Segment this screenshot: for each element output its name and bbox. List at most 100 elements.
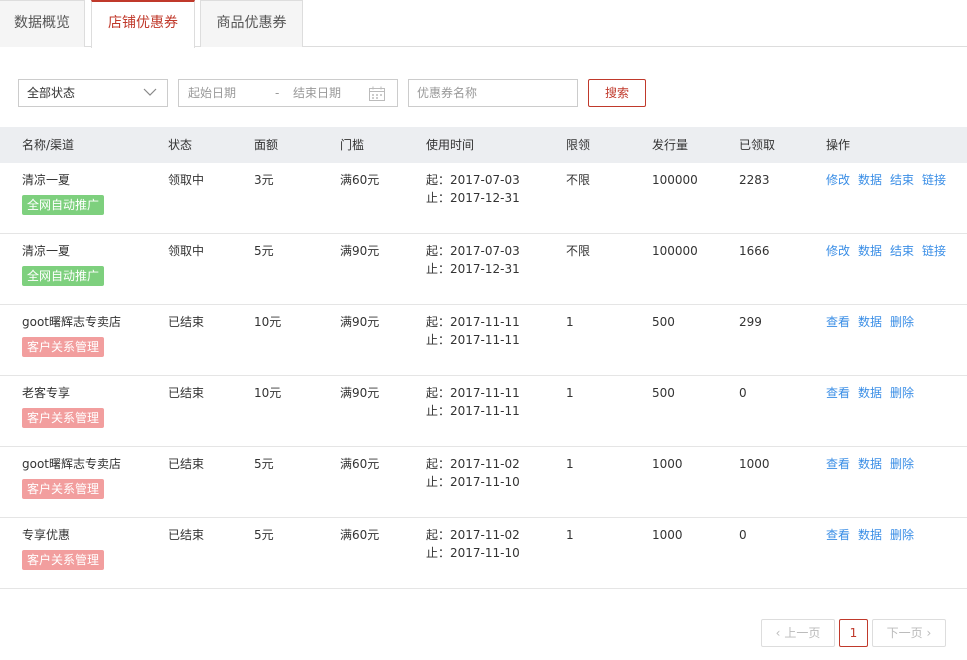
coupon-status: 已结束 (168, 386, 205, 400)
row-action-link[interactable]: 数据 (858, 386, 882, 400)
channel-badge: 客户关系管理 (22, 337, 105, 357)
header-claimed: 已领取 (739, 138, 776, 152)
coupon-claimed: 0 (739, 386, 747, 400)
coupon-threshold: 满90元 (340, 315, 380, 329)
header-claim-limit: 限领 (566, 138, 591, 152)
coupon-status: 领取中 (168, 173, 205, 187)
header-name-channel: 名称/渠道 (22, 138, 75, 152)
usage-end: 止：2017-12-31 (426, 191, 520, 205)
next-page-button[interactable]: 下一页 › (872, 619, 946, 647)
usage-end: 止：2017-11-10 (426, 546, 520, 560)
row-action-link[interactable]: 修改 (826, 244, 850, 258)
coupon-usage-time: 起：2017-11-11 止：2017-11-11 (426, 313, 520, 349)
status-select[interactable]: 全部状态 (18, 79, 168, 107)
coupon-status: 已结束 (168, 528, 205, 542)
table-row: 专享优惠 客户关系管理 已结束 5元 满60元 起：2017-11-02 止：2017-11… (0, 518, 967, 589)
coupon-threshold: 满60元 (340, 528, 380, 542)
end-date-field[interactable]: 结束日期 (293, 80, 341, 106)
row-action-link[interactable]: 查看 (826, 457, 850, 471)
row-action-link[interactable]: 链接 (922, 244, 946, 258)
status-select-value: 全部状态 (27, 86, 76, 100)
start-date-field[interactable]: 起始日期 (188, 80, 236, 106)
table-row: 老客专享 客户关系管理 已结束 10元 满90元 起：2017-11-11 止：2017-1… (0, 376, 967, 447)
row-actions: 查看 数据 删除 (826, 455, 922, 473)
coupon-status: 已结束 (168, 315, 205, 329)
coupon-face-value: 5元 (254, 244, 274, 258)
coupon-threshold: 满60元 (340, 457, 380, 471)
row-action-link[interactable]: 删除 (890, 386, 914, 400)
tab-store-coupons[interactable]: 店铺优惠券 (91, 0, 195, 48)
usage-start: 起：2017-11-02 (426, 457, 520, 471)
header-threshold: 门槛 (340, 138, 365, 152)
coupon-usage-time: 起：2017-11-11 止：2017-11-11 (426, 384, 520, 420)
coupon-issued: 100000 (652, 244, 698, 258)
coupon-claim-limit: 1 (566, 457, 574, 471)
usage-start: 起：2017-07-03 (426, 173, 520, 187)
table-row: 清凉一夏全网自动推广 领取中 3元 满60元 起：2017-07-03 止：2017-12… (0, 163, 967, 234)
coupon-threshold: 满60元 (340, 173, 380, 187)
coupon-claim-limit: 1 (566, 528, 574, 542)
row-action-link[interactable]: 修改 (826, 173, 850, 187)
coupon-usage-time: 起：2017-07-03 止：2017-12-31 (426, 171, 520, 207)
coupon-claim-limit: 不限 (566, 173, 591, 187)
coupon-usage-time: 起：2017-11-02 止：2017-11-10 (426, 526, 520, 562)
channel-badge: 客户关系管理 (22, 408, 105, 428)
table-row: goot曙辉志专卖店 客户关系管理 已结束 10元 满90元 起：2017-11-11 止：… (0, 305, 967, 376)
coupon-name-input[interactable]: 优惠券名称 (408, 79, 578, 107)
coupon-name: goot曙辉志专卖店 (22, 315, 122, 329)
usage-end: 止：2017-11-11 (426, 333, 520, 347)
prev-page-button[interactable]: ‹ 上一页 (761, 619, 835, 647)
date-range-picker[interactable]: 起始日期 - 结束日期 (178, 79, 398, 107)
row-action-link[interactable]: 数据 (858, 528, 882, 542)
row-action-link[interactable]: 删除 (890, 457, 914, 471)
usage-end: 止：2017-11-11 (426, 404, 520, 418)
row-action-link[interactable]: 查看 (826, 386, 850, 400)
row-action-link[interactable]: 查看 (826, 315, 850, 329)
row-action-link[interactable]: 链接 (922, 173, 946, 187)
header-face-value: 面额 (254, 138, 279, 152)
row-action-link[interactable]: 删除 (890, 528, 914, 542)
coupon-claim-limit: 不限 (566, 244, 591, 258)
tab-product-coupons[interactable]: 商品优惠券 (200, 0, 303, 47)
table-row: goot曙辉志专卖店 客户关系管理 已结束 5元 满60元 起：2017-11-02 止：2… (0, 447, 967, 518)
coupon-issued: 100000 (652, 173, 698, 187)
date-separator: - (275, 86, 280, 100)
row-action-link[interactable]: 数据 (858, 244, 882, 258)
row-action-link[interactable]: 结束 (890, 173, 914, 187)
row-action-link[interactable]: 数据 (858, 457, 882, 471)
page-number-1[interactable]: 1 (839, 619, 868, 647)
coupon-face-value: 10元 (254, 386, 282, 400)
coupon-claimed: 299 (739, 315, 762, 329)
row-action-link[interactable]: 查看 (826, 528, 850, 542)
usage-end: 止：2017-11-10 (426, 475, 520, 489)
row-actions: 修改 数据 结束 链接 (826, 171, 954, 189)
coupon-name: 老客专享 (22, 386, 71, 400)
coupon-status: 已结束 (168, 457, 205, 471)
coupon-issued: 500 (652, 386, 675, 400)
row-action-link[interactable]: 数据 (858, 173, 882, 187)
usage-start: 起：2017-11-02 (426, 528, 520, 542)
row-action-link[interactable]: 结束 (890, 244, 914, 258)
channel-badge: 全网自动推广 (22, 195, 105, 215)
header-status: 状态 (168, 138, 193, 152)
row-action-link[interactable]: 删除 (890, 315, 914, 329)
usage-start: 起：2017-11-11 (426, 386, 520, 400)
row-actions: 查看 数据 删除 (826, 526, 922, 544)
coupon-issued: 1000 (652, 528, 683, 542)
row-actions: 查看 数据 删除 (826, 384, 922, 402)
usage-start: 起：2017-07-03 (426, 244, 520, 258)
calendar-icon[interactable] (369, 86, 385, 101)
usage-start: 起：2017-11-11 (426, 315, 520, 329)
tab-data-overview[interactable]: 数据概览 (0, 0, 85, 47)
coupon-name: goot曙辉志专卖店 (22, 457, 122, 471)
coupon-face-value: 5元 (254, 528, 274, 542)
search-button[interactable]: 搜索 (588, 79, 646, 107)
coupon-name: 清凉一夏 (22, 244, 71, 258)
row-action-link[interactable]: 数据 (858, 315, 882, 329)
coupon-claimed: 2283 (739, 173, 770, 187)
coupon-status: 领取中 (168, 244, 205, 258)
coupon-face-value: 3元 (254, 173, 274, 187)
table-header: 名称/渠道 状态 面额 门槛 使用时间 限领 发行量 已领取 操作 (0, 127, 967, 163)
header-issued: 发行量 (652, 138, 689, 152)
coupon-name: 清凉一夏 (22, 173, 71, 187)
